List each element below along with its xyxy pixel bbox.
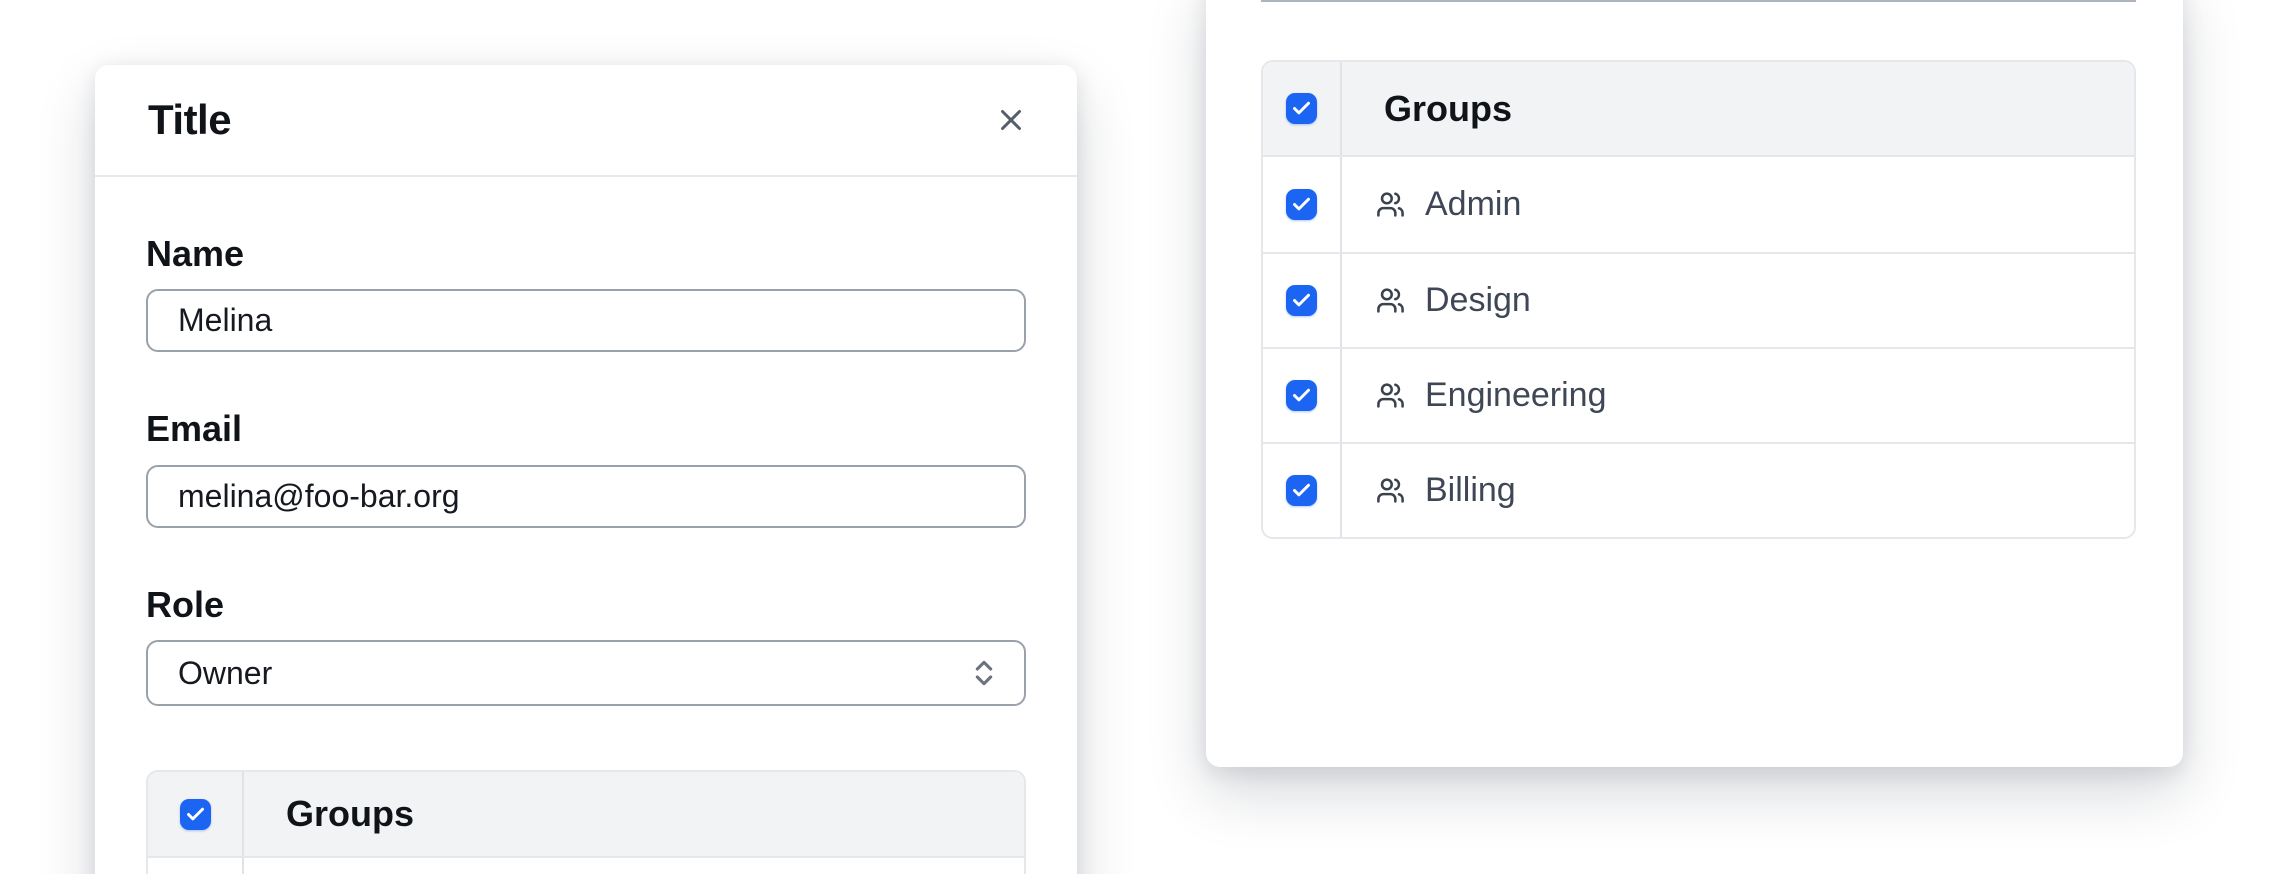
x-icon xyxy=(994,103,1028,137)
header-checkbox-cell xyxy=(1263,62,1342,155)
row-checkbox-cell xyxy=(1263,254,1342,347)
check-icon xyxy=(185,804,206,825)
table-row-billing[interactable]: Billing xyxy=(1263,442,2134,537)
row-content: Design xyxy=(1342,254,1531,347)
row-label: Design xyxy=(1425,281,1531,320)
check-icon xyxy=(1291,290,1312,311)
select-all-checkbox[interactable] xyxy=(180,799,211,830)
row-label: Engineering xyxy=(1425,376,1606,415)
role-label: Role xyxy=(146,584,1026,625)
header-checkbox-cell xyxy=(148,772,244,856)
groups-table: Groups xyxy=(146,770,1026,874)
chevrons-up-down-icon xyxy=(968,657,1000,689)
row-checkbox-cell xyxy=(1263,349,1342,442)
row-content: Billing xyxy=(1342,444,1516,537)
users-icon xyxy=(1376,190,1405,219)
groups-panel: Groups Admin xyxy=(1206,0,2183,767)
user-dialog: Title Name Email Role Owner xyxy=(95,65,1077,874)
groups-table-header: Groups xyxy=(148,772,1024,858)
select-bottom-edge xyxy=(1261,0,2136,2)
row-checkbox-cell xyxy=(1263,157,1342,252)
row-checkbox[interactable] xyxy=(1286,189,1317,220)
row-checkbox-cell xyxy=(1263,444,1342,537)
name-input[interactable] xyxy=(146,289,1026,352)
dialog-title: Title xyxy=(148,96,231,144)
groups-table-full: Groups Admin xyxy=(1261,60,2136,539)
email-label: Email xyxy=(146,408,1026,449)
groups-header-label: Groups xyxy=(244,772,414,856)
table-row-engineering[interactable]: Engineering xyxy=(1263,347,2134,442)
row-checkbox[interactable] xyxy=(1286,475,1317,506)
close-button[interactable] xyxy=(989,98,1033,142)
dialog-body: Name Email Role Owner Groups xyxy=(95,233,1077,874)
role-select-value: Owner xyxy=(178,655,272,692)
row-checkbox-cell xyxy=(148,858,244,874)
name-label: Name xyxy=(146,233,1026,274)
screen: Title Name Email Role Owner xyxy=(0,0,2276,874)
table-row-stub xyxy=(148,858,1024,874)
table-row-design[interactable]: Design xyxy=(1263,252,2134,347)
email-input[interactable] xyxy=(146,465,1026,528)
check-icon xyxy=(1291,194,1312,215)
users-icon xyxy=(1376,286,1405,315)
row-label: Billing xyxy=(1425,471,1516,510)
row-label: Admin xyxy=(1425,185,1521,224)
groups-table-header: Groups xyxy=(1263,62,2134,157)
select-all-checkbox[interactable] xyxy=(1286,93,1317,124)
row-content xyxy=(244,858,278,874)
dialog-header: Title xyxy=(95,65,1077,177)
role-select[interactable]: Owner xyxy=(146,640,1026,706)
row-content: Engineering xyxy=(1342,349,1606,442)
table-row-admin[interactable]: Admin xyxy=(1263,157,2134,252)
users-icon xyxy=(1376,381,1405,410)
row-content: Admin xyxy=(1342,157,1521,252)
check-icon xyxy=(1291,98,1312,119)
row-checkbox[interactable] xyxy=(1286,285,1317,316)
users-icon xyxy=(1376,476,1405,505)
row-checkbox[interactable] xyxy=(1286,380,1317,411)
check-icon xyxy=(1291,480,1312,501)
groups-header-label: Groups xyxy=(1342,62,1512,155)
check-icon xyxy=(1291,385,1312,406)
